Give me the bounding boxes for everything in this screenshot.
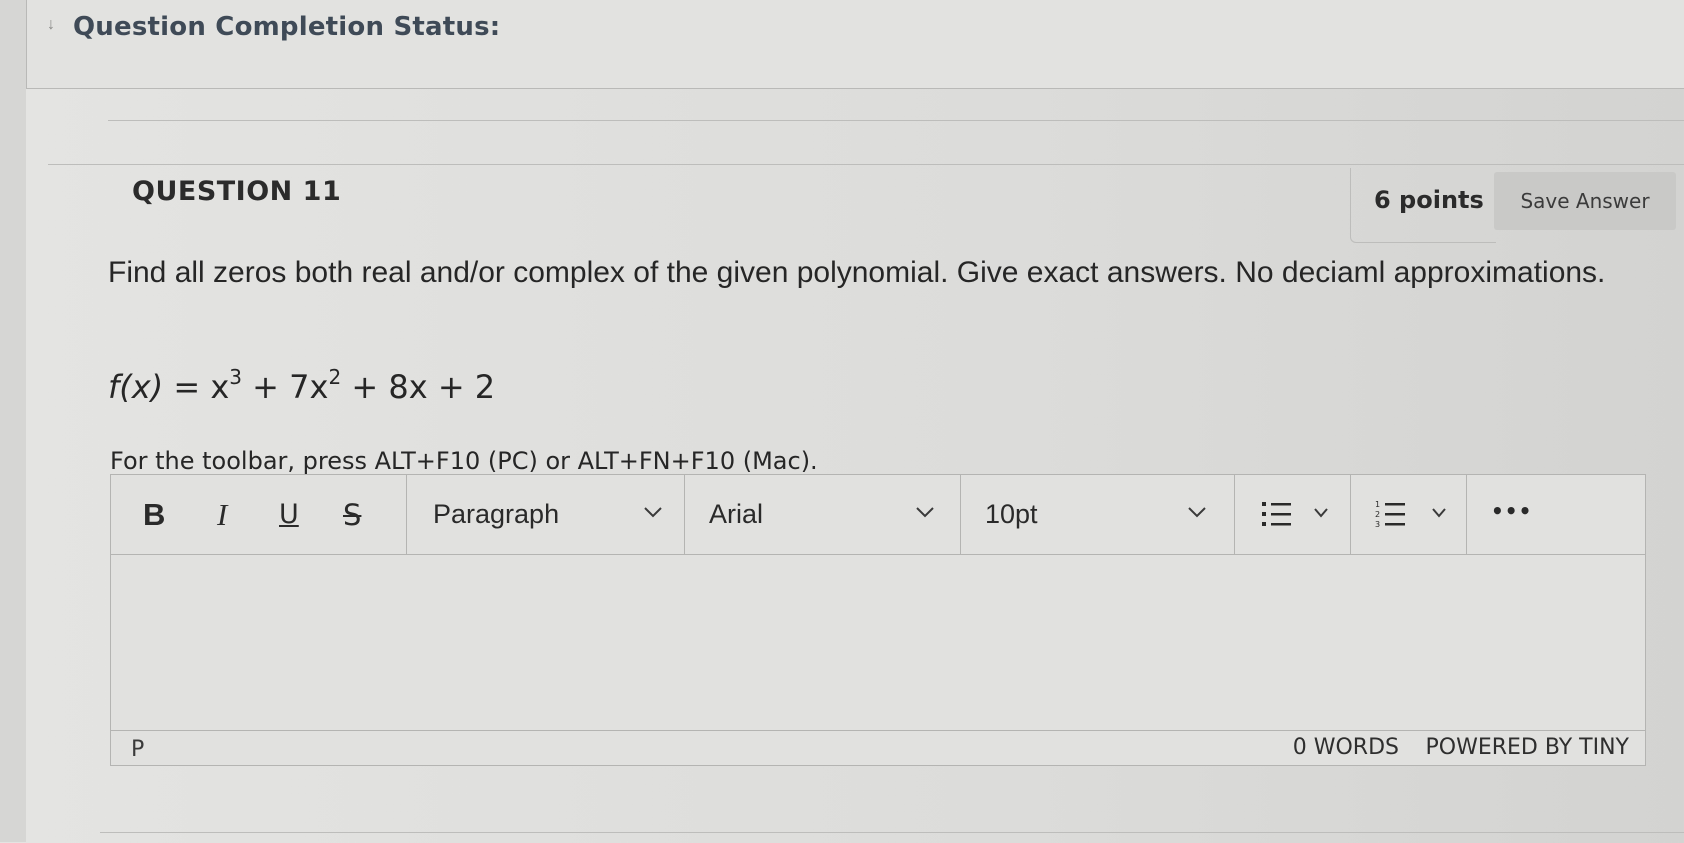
formula-term-3: + 8x + 2 (341, 368, 496, 406)
bottom-divider (100, 832, 1684, 833)
font-family-value: Arial (709, 499, 764, 529)
formula-exponent-1: 3 (229, 365, 242, 389)
more-button[interactable]: ••• (1491, 499, 1532, 523)
chevron-down-icon (916, 507, 934, 518)
svg-text:3: 3 (1375, 520, 1380, 529)
chevron-down-icon[interactable] (1431, 507, 1447, 519)
chevron-down-icon (644, 507, 662, 518)
font-family-select[interactable]: Arial (685, 475, 961, 554)
answer-editor: B I U S Paragraph Arial 10pt 1 2 3 ••• P… (110, 474, 1646, 766)
chevron-down-icon[interactable] (1313, 507, 1329, 519)
page-gutter (0, 0, 26, 842)
italic-button[interactable]: I (217, 497, 227, 533)
divider (108, 120, 1684, 121)
formula-term-1: x (210, 368, 230, 406)
toolbar-hint: For the toolbar, press ALT+F10 (PC) or A… (110, 447, 818, 475)
underline-button[interactable]: U (279, 499, 299, 530)
editor-statusbar: P 0 WORDS POWERED BY TINY (111, 731, 1645, 765)
editor-toolbar: B I U S Paragraph Arial 10pt 1 2 3 ••• (111, 475, 1645, 555)
strikethrough-button[interactable]: S (343, 498, 361, 532)
question-points: 6 points (1374, 186, 1484, 214)
numbered-list-split-button[interactable]: 1 2 3 (1351, 475, 1467, 554)
formula-term-2: + 7x (242, 368, 329, 406)
svg-text:2: 2 (1375, 510, 1380, 519)
completion-status-panel: ↓ Question Completion Status: (26, 0, 1684, 89)
save-answer-button[interactable]: Save Answer (1494, 172, 1676, 230)
chevron-down-icon (1188, 507, 1206, 518)
powered-by-tiny-link[interactable]: POWERED BY TINY (1426, 735, 1630, 760)
formula-lhs: f(x) = (108, 368, 211, 406)
font-size-select[interactable]: 10pt (961, 475, 1235, 554)
bullet-list-split-button[interactable] (1235, 475, 1351, 554)
bold-button[interactable]: B (143, 497, 165, 533)
block-format-select[interactable]: Paragraph (407, 475, 685, 554)
formula-exponent-2: 2 (328, 365, 342, 389)
bullet-list-icon[interactable] (1261, 499, 1293, 529)
polynomial-formula: f(x) = x3 + 7x2 + 8x + 2 (108, 365, 496, 406)
svg-text:1: 1 (1375, 500, 1380, 509)
completion-status-title[interactable]: Question Completion Status: (73, 12, 500, 42)
block-format-value: Paragraph (433, 499, 560, 529)
element-path[interactable]: P (131, 737, 144, 762)
font-size-value: 10pt (985, 499, 1038, 529)
collapse-chevron-icon[interactable]: ↓ (47, 16, 55, 34)
word-count[interactable]: 0 WORDS (1293, 735, 1399, 760)
editor-content-area[interactable] (111, 555, 1645, 731)
question-title: QUESTION 11 (132, 176, 342, 207)
format-button-group: B I U S (111, 475, 407, 554)
question-prompt: Find all zeros both real and/or complex … (108, 256, 1606, 289)
numbered-list-icon[interactable]: 1 2 3 (1375, 499, 1409, 531)
